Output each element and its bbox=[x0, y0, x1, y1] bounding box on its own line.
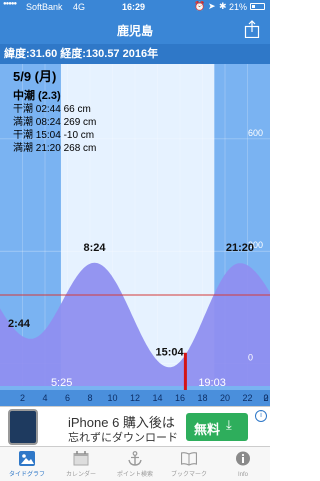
tab-point-search[interactable]: ポイント検索 bbox=[108, 447, 162, 481]
photo-icon bbox=[19, 451, 35, 466]
tide-name: 中潮 (2.3) bbox=[13, 90, 61, 102]
tab-label: Info bbox=[237, 472, 248, 478]
tab-label: カレンダー bbox=[65, 472, 96, 478]
y-tick-label: 600 bbox=[248, 128, 263, 138]
status-time: 16:29 bbox=[122, 2, 146, 12]
download-icon: ⤓ bbox=[226, 417, 232, 432]
ad-info-icon[interactable]: i bbox=[255, 410, 267, 422]
ad-button-label: 無料 bbox=[194, 422, 221, 437]
signal-icon: ●●●●● bbox=[3, 1, 17, 7]
x-tick-label: 16 bbox=[175, 393, 185, 403]
battery-percent: 21% bbox=[229, 2, 248, 12]
tide-info-panel: 5/9 (月) 中潮 (2.3) 干潮 02:44 66 cm 満潮 08:24… bbox=[13, 66, 96, 155]
page-title: 鹿児島 bbox=[116, 24, 153, 38]
tide-extreme-label: 2:44 bbox=[8, 318, 31, 330]
location-coordinates: 緯度:31.60 経度:130.57 2016年 bbox=[0, 44, 270, 64]
bluetooth-icon: ✱ bbox=[219, 1, 227, 11]
nav-bar: 鹿児島 bbox=[0, 14, 270, 44]
tide-extreme-label: 21:20 bbox=[226, 242, 254, 254]
sunset-label: 19:03 bbox=[198, 377, 226, 389]
ad-text-line2: 忘れずにダウンロード bbox=[68, 432, 178, 444]
tide-event: 干潮 15:04 -10 cm bbox=[13, 130, 95, 141]
tide-extreme-label: 8:24 bbox=[83, 242, 106, 254]
x-tick-label: 18 bbox=[197, 393, 207, 403]
x-tick-label: 6 bbox=[65, 393, 70, 403]
x-tick-label: 2 bbox=[263, 393, 268, 403]
tide-event: 干潮 02:44 66 cm bbox=[13, 104, 91, 115]
battery-icon bbox=[250, 3, 265, 10]
ad-image bbox=[8, 409, 38, 445]
x-tick-label: 8 bbox=[87, 393, 92, 403]
tide-event: 満潮 08:24 269 cm bbox=[13, 117, 97, 128]
y-tick-label: 0 bbox=[248, 353, 253, 363]
tab-label: ブックマーク bbox=[170, 472, 207, 478]
x-tick-label: 20 bbox=[220, 393, 230, 403]
tab-label: ポイント検索 bbox=[116, 472, 153, 478]
tide-event: 満潮 21:20 268 cm bbox=[13, 143, 97, 154]
tab-label: タイドグラフ bbox=[8, 472, 45, 478]
alarm-icon: ⏰ bbox=[194, 1, 206, 11]
tab-bookmark[interactable]: ブックマーク bbox=[162, 447, 216, 481]
x-tick-label: 2 bbox=[20, 393, 25, 403]
tab-bar: タイドグラフ カレンダー ポイント検索 ブックマーク Info bbox=[0, 446, 270, 481]
anchor-icon bbox=[128, 451, 142, 466]
sunrise-label: 5:25 bbox=[51, 377, 72, 389]
book-icon bbox=[181, 452, 197, 466]
tab-tide-graph[interactable]: タイドグラフ bbox=[0, 447, 54, 481]
tab-info[interactable]: Info bbox=[216, 447, 270, 481]
date-label: 5/9 (月) bbox=[13, 69, 57, 84]
status-bar: ●●●●● SoftBank 4G 16:29 ⏰ ➤ ✱ 21% bbox=[0, 0, 270, 14]
x-tick-label: 14 bbox=[152, 393, 162, 403]
share-icon[interactable] bbox=[244, 20, 260, 38]
carrier-label: SoftBank bbox=[26, 2, 63, 12]
ad-download-button[interactable]: 無料 ⤓ bbox=[186, 413, 248, 441]
x-tick-label: 22 bbox=[242, 393, 252, 403]
ad-banner[interactable]: iPhone 6 購入後は 忘れずにダウンロード 無料 ⤓ i bbox=[0, 406, 270, 447]
network-label: 4G bbox=[73, 2, 86, 12]
info-icon bbox=[236, 451, 250, 466]
calendar-icon bbox=[73, 451, 89, 466]
x-tick-label: 10 bbox=[107, 393, 117, 403]
tide-extreme-label: 15:04 bbox=[155, 346, 184, 358]
x-tick-label: 4 bbox=[42, 393, 47, 403]
tab-calendar[interactable]: カレンダー bbox=[54, 447, 108, 481]
location-arrow-icon: ➤ bbox=[208, 1, 216, 11]
x-tick-label: 12 bbox=[130, 393, 140, 403]
